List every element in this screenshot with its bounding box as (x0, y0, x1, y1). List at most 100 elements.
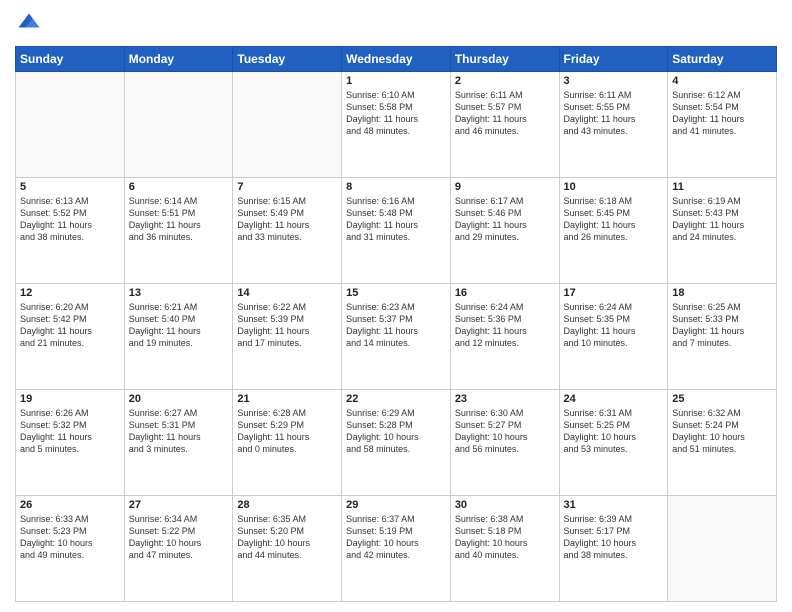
calendar-cell: 13 Sunrise: 6:21 AM Sunset: 5:40 PM Dayli… (124, 284, 233, 390)
day-number: 3 (564, 75, 664, 87)
calendar-week-3: 12Sunrise: 6:20 AM Sunset: 5:42 PM Dayli… (16, 284, 777, 390)
calendar-cell: 8 Sunrise: 6:16 AM Sunset: 5:48 PM Daylig… (342, 178, 451, 284)
day-number: 6 (129, 181, 229, 193)
day-number: 2 (455, 75, 555, 87)
day-info: Sunrise: 6:29 AM Sunset: 5:28 PM Dayligh… (346, 407, 446, 456)
col-thursday: Thursday (450, 47, 559, 72)
day-number: 19 (20, 393, 120, 405)
calendar-week-5: 26 Sunrise: 6:33 AM Sunset: 5:23 PM Dayli… (16, 496, 777, 602)
calendar-cell: 24 Sunrise: 6:31 AM Sunset: 5:25 PM Dayli… (559, 390, 668, 496)
calendar-cell: 17Sunrise: 6:24 AM Sunset: 5:35 PM Dayli… (559, 284, 668, 390)
day-number: 13 (129, 287, 229, 299)
day-number: 27 (129, 499, 229, 511)
day-number: 28 (237, 499, 337, 511)
day-number: 17 (564, 287, 664, 299)
calendar-cell: 12Sunrise: 6:20 AM Sunset: 5:42 PM Dayli… (16, 284, 125, 390)
day-info: Sunrise: 6:35 AM Sunset: 5:20 PM Dayligh… (237, 513, 337, 562)
day-number: 10 (564, 181, 664, 193)
calendar-cell: 6 Sunrise: 6:14 AM Sunset: 5:51 PM Daylig… (124, 178, 233, 284)
calendar-cell: 3 Sunrise: 6:11 AM Sunset: 5:55 PM Daylig… (559, 72, 668, 178)
calendar-cell: 15 Sunrise: 6:23 AM Sunset: 5:37 PM Dayli… (342, 284, 451, 390)
day-number: 9 (455, 181, 555, 193)
logo-icon (15, 10, 43, 38)
day-number: 11 (672, 181, 772, 193)
day-number: 14 (237, 287, 337, 299)
calendar-cell: 7 Sunrise: 6:15 AM Sunset: 5:49 PM Daylig… (233, 178, 342, 284)
day-number: 21 (237, 393, 337, 405)
col-friday: Friday (559, 47, 668, 72)
day-info: Sunrise: 6:26 AM Sunset: 5:32 PM Dayligh… (20, 407, 120, 456)
day-info: Sunrise: 6:37 AM Sunset: 5:19 PM Dayligh… (346, 513, 446, 562)
calendar-cell (16, 72, 125, 178)
day-info: Sunrise: 6:11 AM Sunset: 5:55 PM Dayligh… (564, 89, 664, 138)
col-sunday: Sunday (16, 47, 125, 72)
day-number: 15 (346, 287, 446, 299)
day-info: Sunrise: 6:19 AM Sunset: 5:43 PM Dayligh… (672, 195, 772, 244)
day-number: 8 (346, 181, 446, 193)
day-number: 25 (672, 393, 772, 405)
calendar-header-row: Sunday Monday Tuesday Wednesday Thursday… (16, 47, 777, 72)
calendar-week-4: 19 Sunrise: 6:26 AM Sunset: 5:32 PM Dayli… (16, 390, 777, 496)
calendar-table: Sunday Monday Tuesday Wednesday Thursday… (15, 46, 777, 602)
calendar-cell: 27 Sunrise: 6:34 AM Sunset: 5:22 PM Dayli… (124, 496, 233, 602)
calendar-cell (668, 496, 777, 602)
col-saturday: Saturday (668, 47, 777, 72)
calendar-cell (124, 72, 233, 178)
calendar-cell: 16Sunrise: 6:24 AM Sunset: 5:36 PM Dayli… (450, 284, 559, 390)
day-info: Sunrise: 6:11 AM Sunset: 5:57 PM Dayligh… (455, 89, 555, 138)
day-number: 31 (564, 499, 664, 511)
day-number: 7 (237, 181, 337, 193)
day-info: Sunrise: 6:25 AM Sunset: 5:33 PM Dayligh… (672, 301, 772, 350)
day-info: Sunrise: 6:17 AM Sunset: 5:46 PM Dayligh… (455, 195, 555, 244)
calendar-cell: 19 Sunrise: 6:26 AM Sunset: 5:32 PM Dayli… (16, 390, 125, 496)
calendar-cell: 14 Sunrise: 6:22 AM Sunset: 5:39 PM Dayli… (233, 284, 342, 390)
calendar-cell: 28 Sunrise: 6:35 AM Sunset: 5:20 PM Dayli… (233, 496, 342, 602)
day-info: Sunrise: 6:23 AM Sunset: 5:37 PM Dayligh… (346, 301, 446, 350)
day-info: Sunrise: 6:10 AM Sunset: 5:58 PM Dayligh… (346, 89, 446, 138)
day-info: Sunrise: 6:12 AM Sunset: 5:54 PM Dayligh… (672, 89, 772, 138)
calendar-cell: 1 Sunrise: 6:10 AM Sunset: 5:58 PM Daylig… (342, 72, 451, 178)
calendar-cell: 5 Sunrise: 6:13 AM Sunset: 5:52 PM Daylig… (16, 178, 125, 284)
calendar-week-1: 1 Sunrise: 6:10 AM Sunset: 5:58 PM Daylig… (16, 72, 777, 178)
header (15, 10, 777, 38)
day-info: Sunrise: 6:14 AM Sunset: 5:51 PM Dayligh… (129, 195, 229, 244)
calendar-cell (233, 72, 342, 178)
day-info: Sunrise: 6:16 AM Sunset: 5:48 PM Dayligh… (346, 195, 446, 244)
calendar-cell: 26 Sunrise: 6:33 AM Sunset: 5:23 PM Dayli… (16, 496, 125, 602)
day-info: Sunrise: 6:28 AM Sunset: 5:29 PM Dayligh… (237, 407, 337, 456)
day-info: Sunrise: 6:30 AM Sunset: 5:27 PM Dayligh… (455, 407, 555, 456)
day-number: 12 (20, 287, 120, 299)
day-info: Sunrise: 6:39 AM Sunset: 5:17 PM Dayligh… (564, 513, 664, 562)
logo (15, 10, 47, 38)
day-info: Sunrise: 6:21 AM Sunset: 5:40 PM Dayligh… (129, 301, 229, 350)
day-number: 1 (346, 75, 446, 87)
day-info: Sunrise: 6:34 AM Sunset: 5:22 PM Dayligh… (129, 513, 229, 562)
calendar-cell: 23Sunrise: 6:30 AM Sunset: 5:27 PM Dayli… (450, 390, 559, 496)
calendar-cell: 18 Sunrise: 6:25 AM Sunset: 5:33 PM Dayli… (668, 284, 777, 390)
col-wednesday: Wednesday (342, 47, 451, 72)
col-monday: Monday (124, 47, 233, 72)
day-info: Sunrise: 6:18 AM Sunset: 5:45 PM Dayligh… (564, 195, 664, 244)
calendar-cell: 25 Sunrise: 6:32 AM Sunset: 5:24 PM Dayli… (668, 390, 777, 496)
day-info: Sunrise: 6:31 AM Sunset: 5:25 PM Dayligh… (564, 407, 664, 456)
day-number: 26 (20, 499, 120, 511)
day-number: 18 (672, 287, 772, 299)
day-info: Sunrise: 6:22 AM Sunset: 5:39 PM Dayligh… (237, 301, 337, 350)
col-tuesday: Tuesday (233, 47, 342, 72)
calendar-cell: 30Sunrise: 6:38 AM Sunset: 5:18 PM Dayli… (450, 496, 559, 602)
day-info: Sunrise: 6:32 AM Sunset: 5:24 PM Dayligh… (672, 407, 772, 456)
calendar-cell: 29Sunrise: 6:37 AM Sunset: 5:19 PM Dayli… (342, 496, 451, 602)
calendar-cell: 20Sunrise: 6:27 AM Sunset: 5:31 PM Dayli… (124, 390, 233, 496)
calendar-cell: 10 Sunrise: 6:18 AM Sunset: 5:45 PM Dayli… (559, 178, 668, 284)
day-number: 30 (455, 499, 555, 511)
calendar-cell: 4Sunrise: 6:12 AM Sunset: 5:54 PM Daylig… (668, 72, 777, 178)
calendar-cell: 11 Sunrise: 6:19 AM Sunset: 5:43 PM Dayli… (668, 178, 777, 284)
day-number: 20 (129, 393, 229, 405)
day-number: 24 (564, 393, 664, 405)
page: Sunday Monday Tuesday Wednesday Thursday… (0, 0, 792, 612)
day-info: Sunrise: 6:13 AM Sunset: 5:52 PM Dayligh… (20, 195, 120, 244)
day-number: 5 (20, 181, 120, 193)
day-info: Sunrise: 6:24 AM Sunset: 5:36 PM Dayligh… (455, 301, 555, 350)
day-info: Sunrise: 6:15 AM Sunset: 5:49 PM Dayligh… (237, 195, 337, 244)
day-info: Sunrise: 6:33 AM Sunset: 5:23 PM Dayligh… (20, 513, 120, 562)
